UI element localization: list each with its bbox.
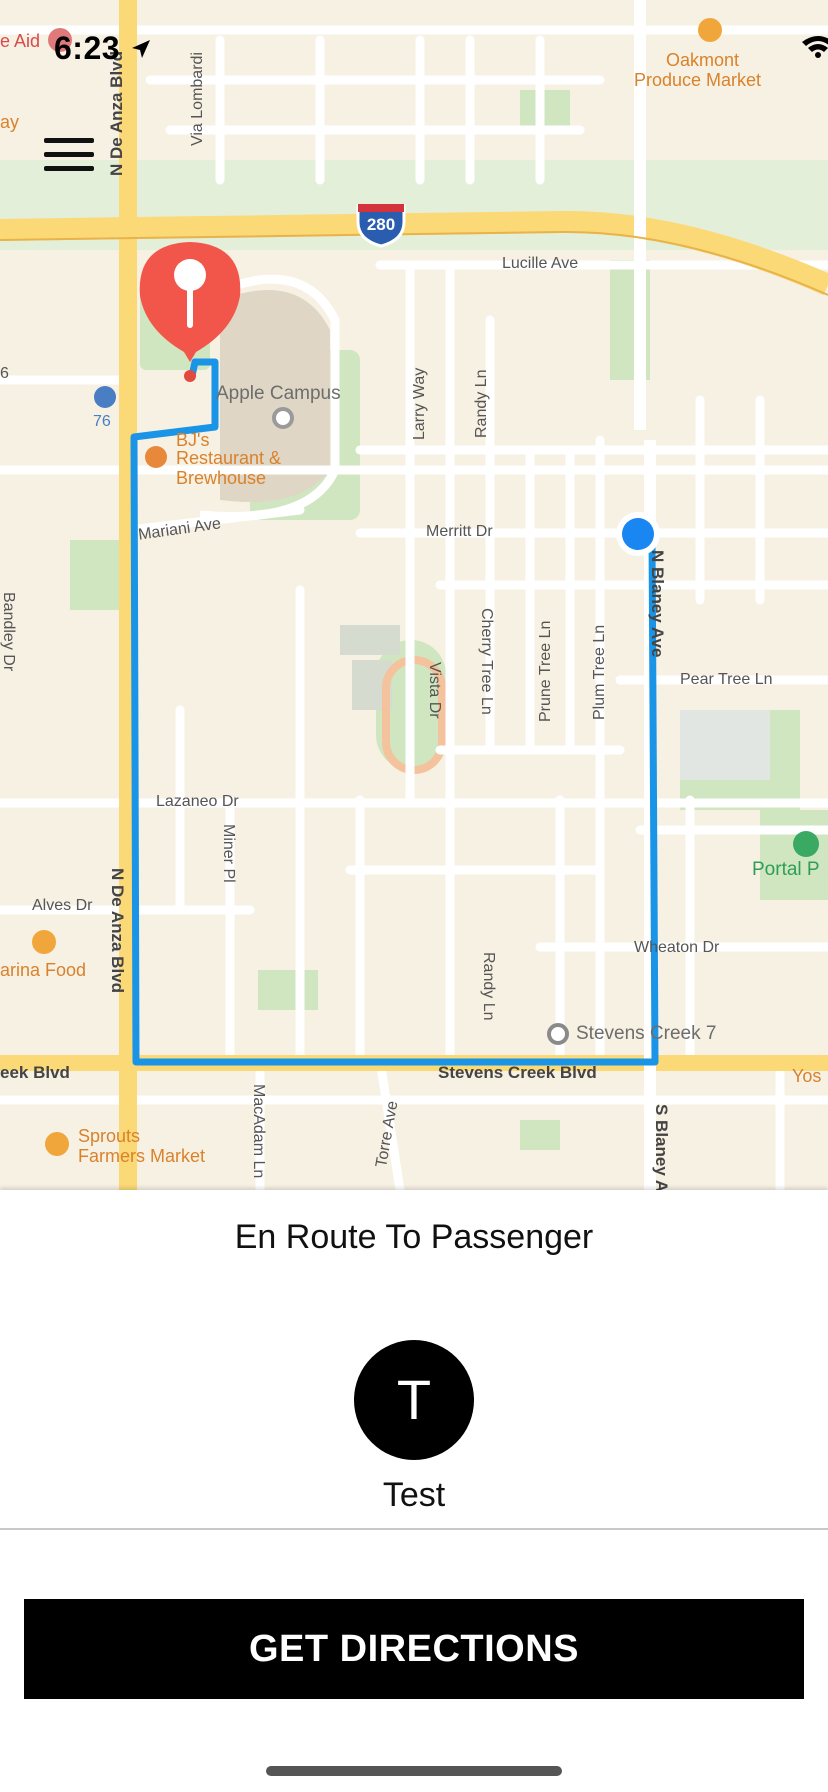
home-indicator[interactable] bbox=[266, 1766, 562, 1776]
poi-label-sprouts-1: Sprouts bbox=[78, 1126, 141, 1146]
map-view[interactable]: 280 e Aid Oakmont Produce Market ay Luci… bbox=[0, 0, 828, 1190]
cinema-icon bbox=[547, 1023, 569, 1045]
road-label-stevens-creek-left: eek Blvd bbox=[0, 1063, 70, 1082]
map-canvas: 280 bbox=[0, 0, 828, 1190]
road-label-randy-top: Randy Ln bbox=[473, 369, 490, 439]
hamburger-menu-button[interactable] bbox=[44, 138, 94, 178]
road-label-merritt: Merritt Dr bbox=[426, 523, 493, 540]
menu-bar-middle bbox=[44, 152, 94, 157]
park-icon bbox=[793, 831, 819, 857]
menu-bar-top bbox=[44, 138, 94, 143]
road-label-left-6: 6 bbox=[0, 365, 9, 382]
road-label-lucille: Lucille Ave bbox=[502, 255, 579, 272]
road-label-plum-tree: Plum Tree Ln bbox=[591, 624, 608, 720]
oakmont-store-icon bbox=[698, 18, 722, 42]
status-bar-time: 6:23 bbox=[54, 30, 121, 66]
road-label-s-blaney: S Blaney A bbox=[652, 1104, 671, 1190]
road-label-stevens-creek: Stevens Creek Blvd bbox=[438, 1063, 597, 1082]
poi-label-bjs-2: Restaurant & bbox=[176, 448, 282, 468]
road-label-larry-way: Larry Way bbox=[411, 367, 428, 440]
road-label-bandley: Bandley Dr bbox=[0, 592, 17, 672]
gas-station-icon bbox=[94, 386, 116, 408]
marina-food-store-icon bbox=[32, 930, 56, 954]
ride-status-panel: En Route To Passenger T Test GET DIRECTI… bbox=[0, 1190, 828, 1792]
road-label-macadam: MacAdam Ln bbox=[250, 1084, 267, 1179]
passenger-name: Test bbox=[382, 1476, 446, 1514]
ride-status-title: En Route To Passenger bbox=[234, 1218, 594, 1256]
road-label-n-blaney: N Blaney Ave bbox=[648, 550, 667, 658]
road-label-randy-bottom: Randy Ln bbox=[480, 952, 497, 1021]
road-label-alves: Alves Dr bbox=[32, 897, 93, 914]
road-label-vista: Vista Dr bbox=[426, 662, 443, 719]
poi-label-yosemite: Yos bbox=[792, 1066, 822, 1086]
poi-label-apple-campus: Apple Campus bbox=[216, 383, 341, 404]
road-label-prune-tree: Prune Tree Ln bbox=[537, 620, 554, 722]
get-directions-button[interactable]: GET DIRECTIONS bbox=[24, 1599, 804, 1699]
menu-bar-bottom bbox=[44, 166, 94, 171]
road-label-wheaton: Wheaton Dr bbox=[634, 939, 720, 956]
poi-label-oakmont-1: Oakmont bbox=[666, 50, 740, 70]
poi-label-bjs-1: BJ's bbox=[176, 430, 210, 450]
poi-label-portal-park: Portal P bbox=[752, 859, 820, 880]
road-label-lazaneo: Lazaneo Dr bbox=[156, 793, 239, 810]
road-label-miner: Miner Pl bbox=[220, 824, 237, 883]
poi-label-gas-76: 76 bbox=[93, 413, 111, 430]
highway-shield-number: 280 bbox=[367, 215, 395, 234]
poi-label-sprouts-2: Farmers Market bbox=[78, 1146, 206, 1166]
road-label-cherry-tree: Cherry Tree Ln bbox=[478, 608, 495, 715]
passenger-avatar: T bbox=[354, 1340, 474, 1460]
poi-label-rite-aid: e Aid bbox=[0, 31, 41, 51]
poi-label-oakmont-2: Produce Market bbox=[634, 70, 762, 90]
poi-label-stevens-creek-7: Stevens Creek 7 bbox=[576, 1023, 717, 1044]
apple-campus-icon bbox=[272, 407, 294, 429]
wifi-icon bbox=[802, 36, 828, 58]
road-label-via-lombardi: Via Lombardi bbox=[189, 52, 206, 146]
poi-label-marina-food: arina Food bbox=[0, 960, 87, 980]
road-label-pear-tree: Pear Tree Ln bbox=[680, 671, 773, 688]
divider bbox=[0, 1528, 828, 1530]
poi-label-left-ay: ay bbox=[0, 112, 20, 132]
restaurant-icon bbox=[145, 446, 167, 468]
location-services-icon bbox=[132, 40, 150, 58]
poi-label-bjs-3: Brewhouse bbox=[176, 468, 267, 488]
road-label-de-anza-bottom: N De Anza Blvd bbox=[108, 868, 127, 994]
sprouts-store-icon bbox=[45, 1132, 69, 1156]
road-label-de-anza-top: N De Anza Blvd bbox=[107, 50, 126, 176]
